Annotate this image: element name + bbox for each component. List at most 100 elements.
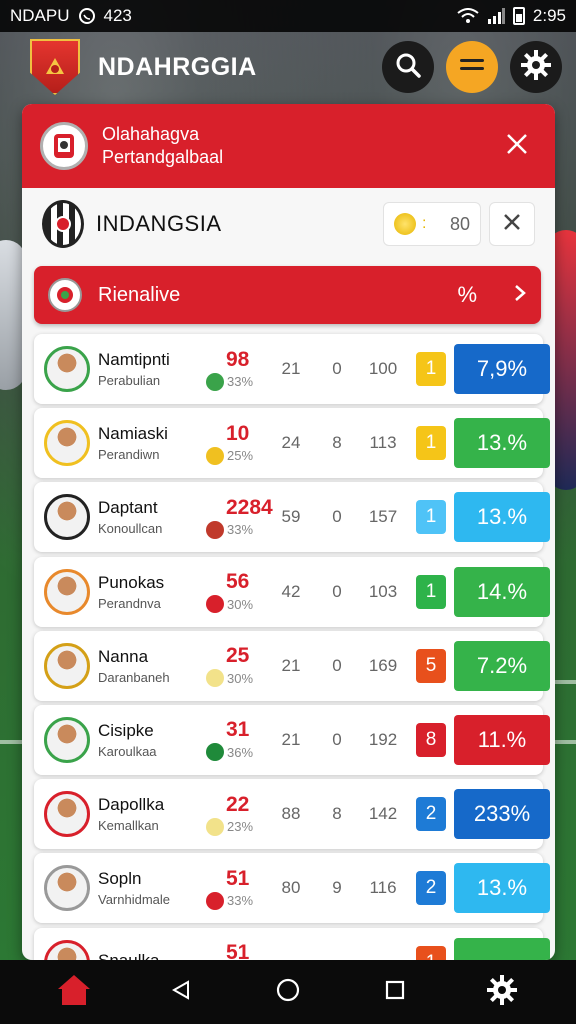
rank-badge: 2 (416, 871, 446, 906)
player-score: 10 (226, 421, 250, 445)
club-ball-icon (206, 669, 224, 688)
player-score: 22 (226, 792, 250, 816)
banner-title: Olahahagva (102, 124, 200, 144)
recents-button[interactable] (375, 972, 415, 1012)
club-ball-icon (206, 817, 224, 836)
player-team: Perandnva (98, 595, 161, 611)
back-icon (170, 979, 192, 1006)
menu-icon (458, 55, 486, 80)
player-sub-percent: 23% (227, 819, 254, 835)
stat-b: 0 (332, 729, 342, 749)
player-sub-percent: 33% (227, 522, 254, 538)
rank-badge: 1 (416, 500, 446, 535)
whatsapp-icon (78, 7, 96, 25)
player-row[interactable]: Namtipnti Perabulian 98 33% 21 0 100 1 7… (34, 334, 550, 404)
player-team: Perandiwn (98, 447, 160, 463)
player-row[interactable]: Snaulka 51 1 (34, 927, 550, 960)
player-team: Perabulian (98, 373, 161, 388)
player-avatar (44, 494, 90, 541)
club-ball-icon (206, 446, 224, 465)
navigation-bar (0, 960, 576, 1024)
player-row[interactable]: Punokas Perandnva 56 30% 42 0 103 1 14.% (34, 556, 550, 627)
club-ball-icon (206, 743, 224, 762)
player-name: Snaulka (98, 951, 206, 960)
club-crest-logo (30, 39, 80, 95)
settings-button[interactable] (510, 41, 562, 93)
player-row[interactable]: Sopln Varnhidmale 51 33% 80 9 116 2 13.% (34, 853, 550, 924)
banner-subtitle: Pertandgalbaal (102, 147, 224, 167)
player-team: Varnhidmale (98, 892, 171, 908)
player-avatar (44, 346, 90, 392)
player-name: Daptant (98, 498, 158, 518)
menu-button[interactable] (446, 41, 498, 93)
close-banner-button[interactable] (497, 126, 537, 166)
coin-balance[interactable]: : 80 (383, 202, 481, 246)
filter-label: Rienalive (98, 283, 181, 306)
club-ball-icon (206, 891, 224, 910)
stat-a: 88 (281, 804, 301, 824)
percent-badge: 7,9% (454, 344, 550, 394)
player-sub-percent: 36% (227, 744, 254, 760)
player-row[interactable]: Nanna Daranbaneh 25 30% 21 0 169 5 7.2% (34, 630, 550, 701)
player-team: Daranbaneh (98, 669, 170, 685)
home-icon (56, 973, 92, 1012)
rank-badge: 1 (416, 574, 446, 609)
nav-settings-button[interactable] (482, 972, 522, 1012)
player-row[interactable]: Namiaski Perandiwn 10 25% 24 8 113 1 13.… (34, 408, 550, 479)
stat-b: 8 (332, 804, 342, 824)
percent-badge: 233% (454, 789, 550, 840)
player-sub-percent: 25% (227, 448, 254, 464)
home-circle-icon (275, 977, 301, 1008)
card-banner: Olahahagva Pertandgalbaal (22, 104, 555, 188)
stat-a: 21 (281, 359, 301, 378)
stat-a: 59 (281, 507, 301, 527)
player-name: Namtipnti (98, 350, 170, 369)
club-ball-icon (206, 520, 224, 539)
player-score: 31 (226, 718, 250, 742)
player-row[interactable]: Daptant Konoullcan 2284 33% 59 0 157 1 1… (34, 482, 550, 553)
wifi-icon (457, 8, 479, 24)
search-button[interactable] (382, 41, 434, 93)
carrier-label: NDAPU (10, 6, 70, 25)
player-row[interactable]: Cisipke Karoulkaa 31 36% 21 0 192 8 11.% (34, 704, 550, 775)
player-name: Namiaski (98, 424, 168, 444)
rank-badge: 1 (416, 352, 446, 386)
app-header: NDAHRGGIA (0, 32, 576, 102)
rank-badge: 1 (416, 945, 446, 960)
back-button[interactable] (161, 972, 201, 1012)
stat-c: 142 (368, 804, 398, 824)
clock: 2:95 (532, 6, 566, 25)
rank-badge: 5 (416, 648, 446, 683)
stat-a: 24 (281, 433, 301, 453)
team-name: INDANGSIA (96, 211, 222, 236)
signal-icon (487, 8, 505, 24)
home-circle-button[interactable] (268, 972, 308, 1012)
stat-c: 100 (368, 359, 398, 378)
dismiss-button[interactable] (489, 202, 535, 246)
gear-icon (486, 974, 518, 1011)
stat-a: 21 (281, 655, 301, 675)
player-avatar (44, 568, 90, 615)
player-name: Cisipke (98, 720, 154, 740)
stat-b: 0 (332, 655, 342, 675)
stat-c: 116 (369, 878, 397, 898)
player-sub-percent: 33% (227, 893, 254, 909)
player-sub-percent: 33% (227, 374, 254, 389)
filter-bar[interactable]: Rienalive % (34, 266, 541, 324)
coin-icon (394, 213, 416, 235)
percent-badge (454, 937, 550, 960)
recents-icon (385, 980, 405, 1005)
percent-badge: 7.2% (454, 640, 550, 691)
player-score: 98 (226, 347, 250, 371)
player-name: Dapollka (98, 795, 165, 815)
player-avatar (44, 939, 90, 960)
close-icon (503, 213, 521, 236)
player-team: Konoullcan (98, 521, 163, 537)
team-crest-icon (42, 200, 84, 248)
home-button[interactable] (54, 972, 94, 1012)
gear-icon (520, 49, 552, 86)
player-avatar (44, 791, 90, 838)
player-row[interactable]: Dapollka Kemallkan 22 23% 88 8 142 2 233… (34, 779, 550, 850)
club-badge-icon (48, 278, 82, 312)
player-avatar (44, 642, 90, 689)
